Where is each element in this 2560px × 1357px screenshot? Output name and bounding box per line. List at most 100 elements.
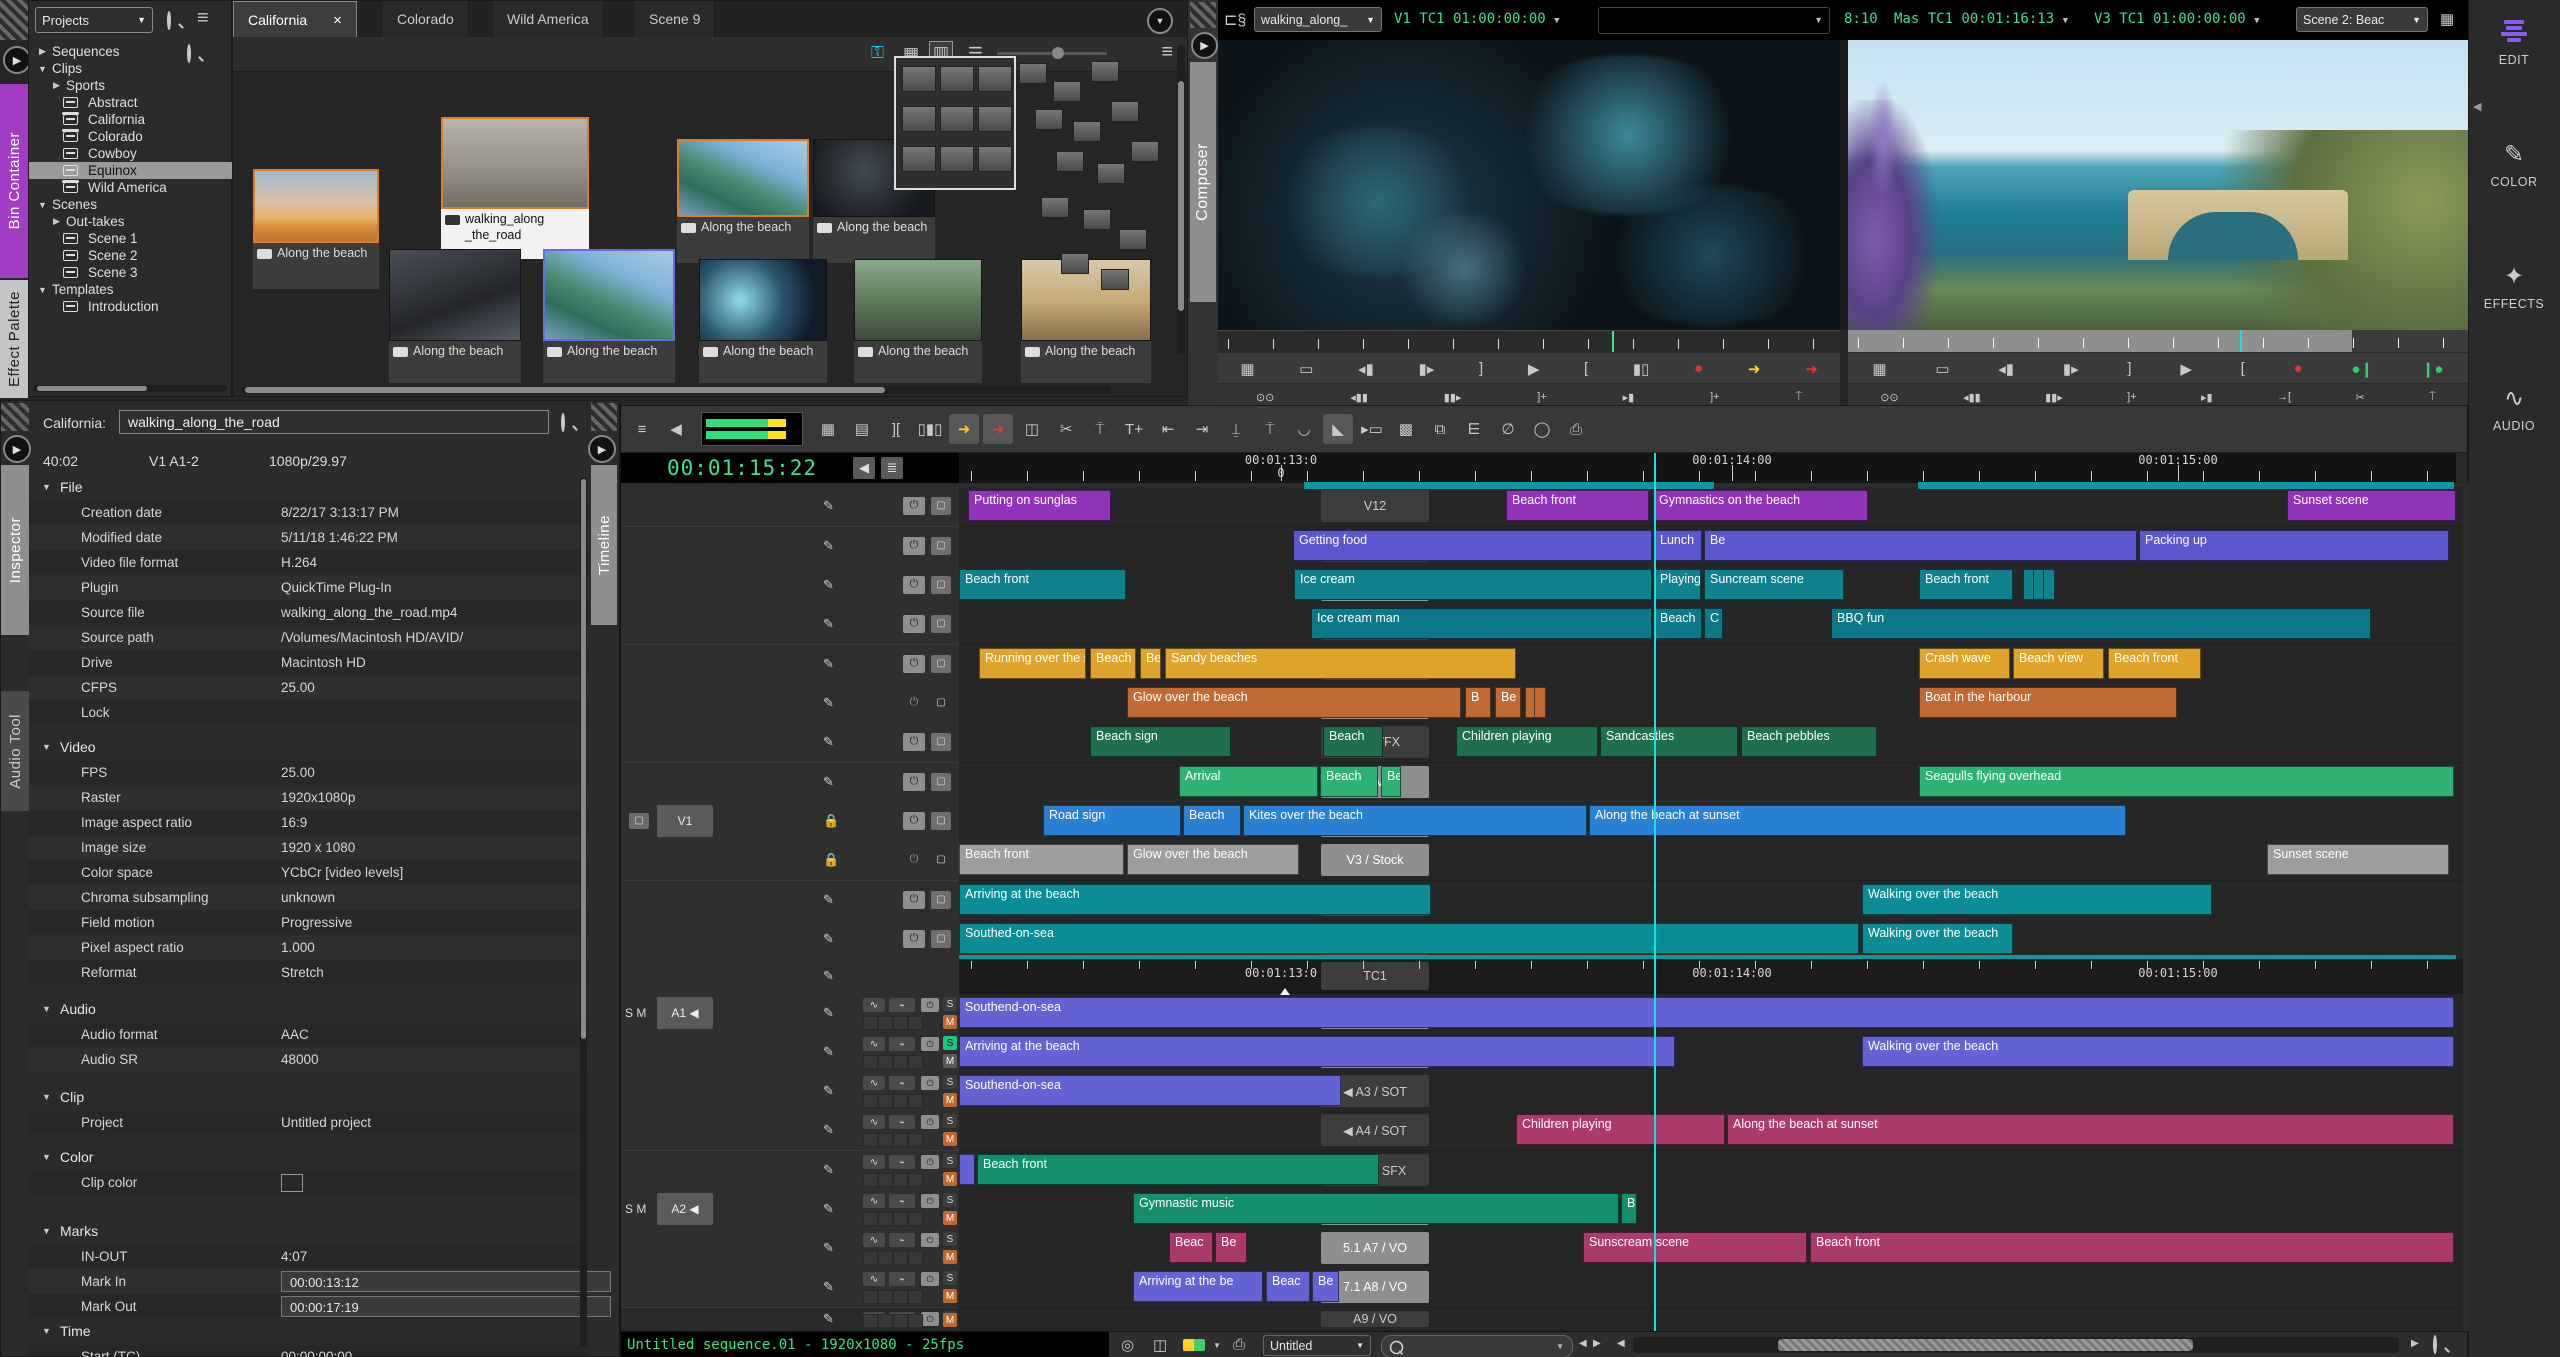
solo-button[interactable]: S bbox=[943, 1193, 957, 1207]
marker-icon[interactable]: ▤ bbox=[847, 414, 877, 444]
timeline-clip-blank[interactable] bbox=[2043, 569, 2055, 600]
timeline-clip-beach[interactable]: Beach bbox=[1323, 726, 1383, 757]
timeline-clip-beach[interactable]: Beach bbox=[1090, 648, 1136, 679]
gang-icon[interactable]: ⊙⊙ bbox=[1256, 391, 1274, 404]
solo-button[interactable]: S bbox=[943, 1075, 957, 1089]
timeline-clip-beach-front[interactable]: Beach front bbox=[959, 569, 1126, 600]
monitor-icon[interactable]: ▢ bbox=[931, 575, 951, 594]
sidebar-item-scene-2[interactable]: Scene 2 bbox=[29, 247, 265, 264]
eq-cell[interactable] bbox=[878, 1290, 893, 1304]
monitor-icon[interactable]: ▢ bbox=[931, 694, 951, 712]
timeline-clip-seagulls-flying-overhead[interactable]: Seagulls flying overhead bbox=[1919, 766, 2454, 797]
eq-cell[interactable] bbox=[893, 1251, 908, 1265]
center-dropdown[interactable]: ▼ bbox=[1598, 7, 1830, 34]
drag-handle-icon[interactable] bbox=[1190, 2, 1216, 28]
sidebar-item-abstract[interactable]: Abstract bbox=[29, 94, 265, 111]
source-position-bar[interactable] bbox=[1218, 330, 1840, 353]
film-icon[interactable]: ▦ bbox=[813, 414, 843, 444]
bin-mini-clip[interactable] bbox=[1041, 197, 1069, 218]
timeline-clip-beach-front[interactable]: Beach front bbox=[1810, 1232, 2454, 1263]
eq-cell[interactable] bbox=[893, 1133, 908, 1147]
play-icon[interactable]: ▶ bbox=[1528, 360, 1540, 378]
lift-icon[interactable]: ⍑ bbox=[1085, 414, 1115, 444]
timeline-clip-sunset-scene[interactable]: Sunset scene bbox=[2287, 490, 2456, 521]
timeline-clip-along-the-beach-at-sunset[interactable]: Along the beach at sunset bbox=[1589, 805, 2126, 836]
scroll-left-icon[interactable]: ◀ bbox=[1617, 1338, 1625, 1349]
timeline-clip-ice-cream[interactable]: Ice cream bbox=[1294, 569, 1652, 600]
mute-button[interactable]: M bbox=[943, 1211, 957, 1225]
mute-button[interactable]: M bbox=[943, 1289, 957, 1303]
goto-out-icon[interactable]: ]+ bbox=[1710, 391, 1719, 403]
chevron-down-icon[interactable]: ▼ bbox=[41, 1092, 52, 1102]
tab-audio-tool[interactable]: Audio Tool bbox=[1, 691, 29, 811]
align-left-icon[interactable]: ⇤ bbox=[1153, 414, 1183, 444]
solo-button[interactable]: S bbox=[943, 1154, 957, 1168]
power-icon[interactable]: ⏻ bbox=[921, 1037, 939, 1051]
eq-cell[interactable] bbox=[893, 1016, 908, 1030]
eq-cell[interactable] bbox=[908, 1290, 923, 1304]
sidebar-item-sequences[interactable]: ▶ Sequences bbox=[29, 43, 239, 60]
chevron-right-icon[interactable]: ▶ bbox=[51, 216, 62, 227]
sidebar-item-equinox[interactable]: Equinox bbox=[29, 162, 265, 179]
overwrite-icon[interactable]: ➜ bbox=[1805, 360, 1818, 378]
sidebar-item-introduction[interactable]: Introduction bbox=[29, 298, 265, 315]
scissors-icon[interactable]: ✂ bbox=[2355, 391, 2364, 404]
sidebar-item-out-takes[interactable]: ▶ Out-takes bbox=[29, 213, 253, 230]
automation-icon[interactable]: ⌁ bbox=[889, 1115, 915, 1129]
bin-mini-clip[interactable] bbox=[1091, 61, 1119, 82]
waveform-icon[interactable]: ∿ bbox=[863, 1155, 885, 1169]
goto-in-icon[interactable]: ]+ bbox=[2127, 391, 2136, 403]
timeline-clip-southend-on-sea[interactable]: Southend-on-sea bbox=[959, 1075, 1341, 1106]
timeline-clip-beac[interactable]: Beac bbox=[1169, 1232, 1213, 1263]
drag-handle-icon[interactable] bbox=[1, 403, 29, 431]
segment-arrow-icon[interactable]: ◣ bbox=[1323, 414, 1353, 444]
eq-cell[interactable] bbox=[863, 1173, 878, 1187]
eq-cell[interactable] bbox=[908, 1251, 923, 1265]
bin-menu-button[interactable]: ▼ bbox=[1147, 8, 1173, 34]
waveform-icon[interactable]: ∿ bbox=[863, 1115, 885, 1129]
eq-cell[interactable] bbox=[863, 1314, 878, 1328]
monitor-out-icon[interactable]: ⎙ bbox=[1561, 414, 1591, 444]
power-icon[interactable]: ⏻ bbox=[903, 536, 925, 555]
pencil-icon[interactable]: ✎ bbox=[823, 1122, 834, 1138]
project-hscrollbar[interactable] bbox=[33, 385, 227, 392]
mute-button[interactable]: M bbox=[943, 1054, 957, 1068]
pencil-icon[interactable]: ✎ bbox=[823, 616, 834, 632]
timeline-clip-gymnastics-on-the-beach[interactable]: Gymnastics on the beach bbox=[1653, 490, 1868, 521]
sidebar-item-templates[interactable]: ▼ Templates bbox=[29, 281, 239, 298]
pencil-icon[interactable]: ✎ bbox=[823, 1083, 834, 1099]
clip-icon[interactable]: ▭ bbox=[1299, 360, 1313, 378]
track-lane-A9[interactable] bbox=[959, 1308, 2463, 1332]
partial-track-clip[interactable] bbox=[1304, 482, 1714, 489]
timeline-clip-gymnastic-music[interactable]: Gymnastic music bbox=[1133, 1193, 1619, 1224]
source-timecode[interactable]: V1 TC1 01:00:00:00 ▼ bbox=[1394, 11, 1560, 27]
tab-inspector[interactable]: Inspector bbox=[1, 465, 29, 635]
waveform-icon[interactable]: ∿ bbox=[863, 1076, 885, 1090]
thumb-size-slider[interactable] bbox=[997, 47, 1107, 59]
record-monitor[interactable] bbox=[1848, 40, 2468, 330]
timeline-clip-be[interactable]: Be bbox=[1312, 1271, 1339, 1302]
timeline-clip-be[interactable]: Be bbox=[1381, 766, 1401, 797]
group-solo-mute[interactable]: S M bbox=[625, 1202, 646, 1216]
eq-cell[interactable] bbox=[863, 1212, 878, 1226]
timeline-clip-beach-front[interactable]: Beach front bbox=[959, 844, 1124, 875]
lift-icon[interactable]: ⍑ bbox=[1795, 391, 1802, 404]
timeline-clip-southed-on-sea[interactable]: Southed-on-sea bbox=[959, 923, 1859, 954]
bin-mini-clip[interactable] bbox=[1119, 229, 1147, 250]
monitor-icon[interactable]: ▢ bbox=[931, 811, 951, 830]
timeline-clip-beach[interactable]: Beach bbox=[1183, 805, 1241, 836]
timeline-menu-button[interactable]: ≣ bbox=[881, 457, 903, 479]
section-header-time[interactable]: ▼ Time bbox=[29, 1323, 91, 1339]
drag-handle-icon[interactable] bbox=[0, 0, 28, 40]
patch-button[interactable]: A2 ◀ bbox=[657, 1193, 713, 1225]
timeline-clip-along-the-beach-at-sunset[interactable]: Along the beach at sunset bbox=[1727, 1114, 2454, 1145]
tab-scene-9[interactable]: Scene 9 bbox=[635, 1, 716, 37]
sidebar-item-scene-3[interactable]: Scene 3 bbox=[29, 264, 265, 281]
search-icon[interactable] bbox=[167, 11, 171, 30]
next-edit-icon[interactable]: ▸▮ bbox=[2201, 391, 2213, 404]
bin-mini-clip[interactable] bbox=[1019, 63, 1047, 84]
patch-button[interactable]: V1 bbox=[657, 805, 713, 837]
timeline-clip-be[interactable]: Be bbox=[1495, 687, 1521, 718]
filmstrip-icon[interactable]: ⋿ bbox=[1459, 414, 1489, 444]
collapse-rail-icon[interactable]: ◀ bbox=[2473, 100, 2481, 113]
